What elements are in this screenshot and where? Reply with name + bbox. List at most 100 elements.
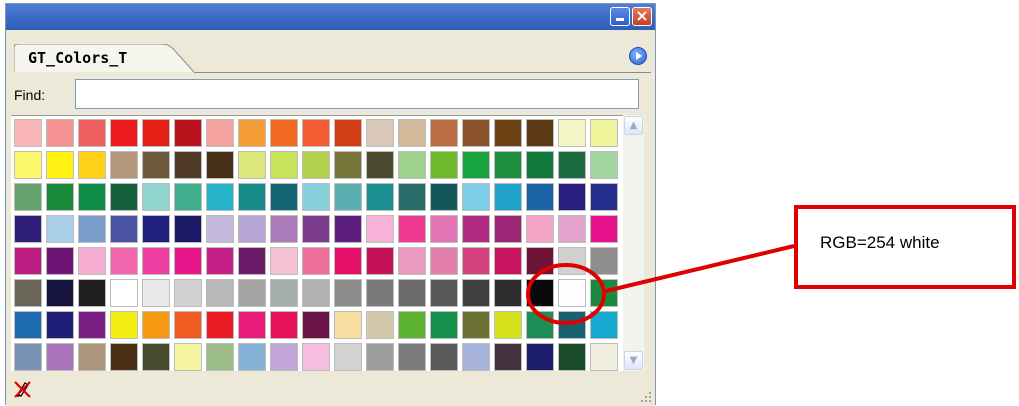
color-swatch[interactable]: [526, 215, 554, 243]
color-swatch[interactable]: [494, 247, 522, 275]
color-swatch[interactable]: [398, 247, 426, 275]
color-swatch[interactable]: [590, 311, 618, 339]
color-swatch[interactable]: [110, 279, 138, 307]
color-swatch[interactable]: [558, 343, 586, 371]
color-swatch[interactable]: [558, 311, 586, 339]
color-swatch[interactable]: [270, 119, 298, 147]
color-swatch[interactable]: [174, 311, 202, 339]
color-swatch[interactable]: [398, 343, 426, 371]
color-swatch[interactable]: [302, 247, 330, 275]
color-swatch[interactable]: [558, 215, 586, 243]
color-swatch[interactable]: [526, 151, 554, 179]
color-swatch[interactable]: [462, 119, 490, 147]
color-swatch[interactable]: [14, 311, 42, 339]
color-swatch[interactable]: [46, 279, 74, 307]
color-swatch[interactable]: [462, 183, 490, 211]
color-swatch[interactable]: [334, 215, 362, 243]
color-swatch[interactable]: [302, 279, 330, 307]
color-swatch[interactable]: [14, 183, 42, 211]
color-swatch[interactable]: [398, 183, 426, 211]
color-swatch[interactable]: [366, 311, 394, 339]
color-swatch[interactable]: [14, 151, 42, 179]
color-swatch[interactable]: [494, 183, 522, 211]
color-swatch[interactable]: [110, 247, 138, 275]
color-swatch[interactable]: [270, 343, 298, 371]
color-swatch[interactable]: [302, 119, 330, 147]
color-swatch[interactable]: [494, 279, 522, 307]
color-swatch[interactable]: [238, 311, 266, 339]
color-swatch[interactable]: [590, 183, 618, 211]
minimize-icon[interactable]: [610, 7, 630, 26]
color-swatch[interactable]: [238, 279, 266, 307]
color-swatch[interactable]: [462, 247, 490, 275]
color-swatch[interactable]: [14, 119, 42, 147]
color-swatch[interactable]: [558, 151, 586, 179]
color-swatch[interactable]: [142, 343, 170, 371]
color-swatch[interactable]: [430, 215, 458, 243]
color-swatch[interactable]: [110, 151, 138, 179]
color-swatch[interactable]: [494, 215, 522, 243]
find-input[interactable]: [75, 79, 639, 109]
color-swatch[interactable]: [590, 247, 618, 275]
color-swatch[interactable]: [494, 311, 522, 339]
color-swatch[interactable]: [14, 247, 42, 275]
color-swatch[interactable]: [46, 183, 74, 211]
color-swatch[interactable]: [270, 311, 298, 339]
color-swatch[interactable]: [238, 151, 266, 179]
color-swatch[interactable]: [558, 247, 586, 275]
title-bar[interactable]: ×: [6, 4, 655, 30]
color-swatch[interactable]: [78, 215, 106, 243]
color-swatch[interactable]: [270, 215, 298, 243]
color-swatch[interactable]: [142, 183, 170, 211]
color-swatch[interactable]: [110, 215, 138, 243]
color-swatch[interactable]: [526, 247, 554, 275]
color-swatch[interactable]: [46, 247, 74, 275]
tab-colors[interactable]: GT_Colors_T: [14, 44, 194, 73]
color-swatch[interactable]: [590, 119, 618, 147]
color-swatch[interactable]: [398, 151, 426, 179]
color-swatch[interactable]: [526, 279, 554, 307]
color-swatch[interactable]: [302, 183, 330, 211]
color-swatch[interactable]: [174, 215, 202, 243]
color-swatch[interactable]: [46, 215, 74, 243]
color-swatch[interactable]: [270, 183, 298, 211]
color-swatch[interactable]: [526, 119, 554, 147]
color-swatch[interactable]: [430, 311, 458, 339]
color-swatch[interactable]: [238, 119, 266, 147]
color-swatch[interactable]: [494, 343, 522, 371]
vertical-scrollbar[interactable]: ▲ ▼: [623, 115, 644, 371]
color-swatch[interactable]: [78, 183, 106, 211]
color-swatch[interactable]: [206, 151, 234, 179]
color-swatch[interactable]: [334, 247, 362, 275]
color-swatch[interactable]: [78, 343, 106, 371]
color-swatch[interactable]: [302, 311, 330, 339]
color-swatch[interactable]: [430, 247, 458, 275]
color-swatch[interactable]: [174, 279, 202, 307]
color-swatch[interactable]: [302, 343, 330, 371]
color-swatch[interactable]: [302, 215, 330, 243]
color-swatch[interactable]: [398, 311, 426, 339]
color-swatch[interactable]: [526, 311, 554, 339]
color-swatch[interactable]: [430, 151, 458, 179]
color-swatch[interactable]: [110, 119, 138, 147]
color-swatch[interactable]: [366, 119, 394, 147]
color-swatch[interactable]: [462, 279, 490, 307]
color-swatch[interactable]: [174, 183, 202, 211]
color-swatch[interactable]: [366, 343, 394, 371]
color-swatch[interactable]: [142, 311, 170, 339]
color-swatch[interactable]: [334, 183, 362, 211]
color-swatch[interactable]: [366, 183, 394, 211]
color-swatch[interactable]: [174, 119, 202, 147]
color-swatch[interactable]: [46, 311, 74, 339]
color-swatch[interactable]: [110, 183, 138, 211]
color-swatch[interactable]: [526, 343, 554, 371]
color-swatch[interactable]: [238, 247, 266, 275]
color-swatch[interactable]: [46, 119, 74, 147]
color-swatch[interactable]: [590, 279, 618, 307]
panel-menu-icon[interactable]: [629, 47, 647, 65]
color-swatch[interactable]: [366, 151, 394, 179]
color-swatch[interactable]: [78, 151, 106, 179]
color-swatch[interactable]: [14, 279, 42, 307]
color-swatch[interactable]: [174, 151, 202, 179]
color-swatch[interactable]: [46, 343, 74, 371]
